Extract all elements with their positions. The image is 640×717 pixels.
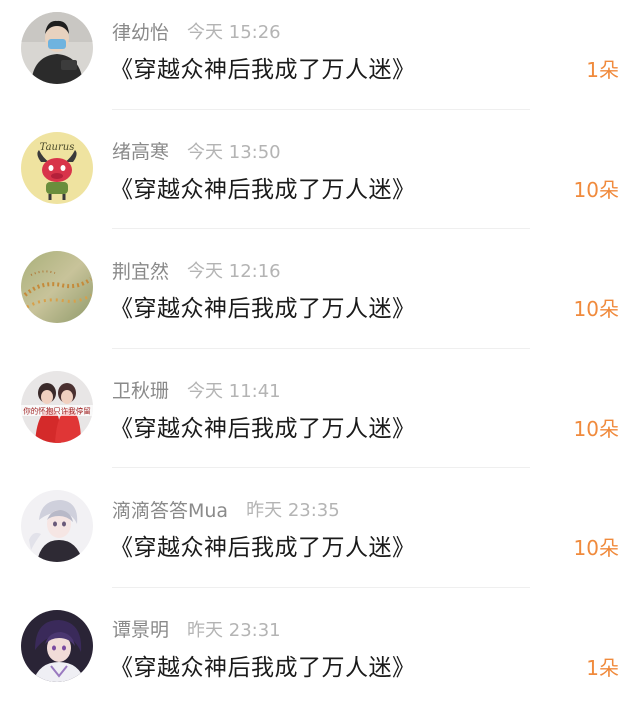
divider [112,109,530,110]
divider [112,228,530,229]
avatar-image [21,610,93,682]
username[interactable]: 滴滴答答Mua [112,496,228,523]
comment-text: 《穿越众神后我成了万人迷》 [110,528,416,562]
timestamp: 今天 11:41 [187,377,281,403]
gift-count: 10朵 [574,413,619,442]
list-item[interactable]: 滴滴答答Mua 昨天 23:35 《穿越众神后我成了万人迷》 10朵 [0,478,640,598]
avatar-image: Taurus [21,132,93,204]
comment-meta: 滴滴答答Mua 昨天 23:35 [112,494,340,524]
comment-meta: 卫秋珊 今天 11:41 [112,375,281,405]
comment-text: 《穿越众神后我成了万人迷》 [110,409,416,443]
avatar[interactable] [21,251,93,323]
timestamp: 今天 12:16 [187,257,281,283]
avatar[interactable] [21,490,93,562]
avatar-image [21,12,93,84]
username[interactable]: 谭景明 [112,615,169,642]
list-item[interactable]: 荆宜然 今天 12:16 《穿越众神后我成了万人迷》 10朵 [0,239,640,359]
avatar[interactable]: Taurus [21,132,93,204]
comment-list: 律幼怡 今天 15:26 《穿越众神后我成了万人迷》 1朵 Taurus [0,0,640,717]
comment-meta: 绪高寒 今天 13:50 [112,136,281,166]
divider [112,348,530,349]
username[interactable]: 卫秋珊 [112,376,169,403]
avatar[interactable] [21,610,93,682]
avatar-image [21,490,93,562]
gift-count: 10朵 [574,532,619,561]
gift-count: 10朵 [574,293,619,322]
avatar-image: 你的怀抱只许我停留 [21,371,93,443]
divider [112,467,530,468]
avatar[interactable]: 你的怀抱只许我停留 [21,371,93,443]
divider [112,587,530,588]
list-item[interactable]: 你的怀抱只许我停留 卫秋珊 今天 11:41 《穿越众神后我成了万人迷》 10朵 [0,359,640,479]
comment-text: 《穿越众神后我成了万人迷》 [110,289,416,323]
gift-count: 1朵 [586,652,619,681]
avatar-image [21,251,93,323]
username[interactable]: 绪高寒 [112,137,169,164]
svg-text:Taurus: Taurus [40,142,75,153]
timestamp: 今天 13:50 [187,138,281,164]
comment-text: 《穿越众神后我成了万人迷》 [110,648,416,682]
timestamp: 昨天 23:31 [187,616,281,642]
username[interactable]: 荆宜然 [112,257,169,284]
comment-text: 《穿越众神后我成了万人迷》 [110,170,416,204]
gift-count: 1朵 [586,54,619,83]
comment-meta: 律幼怡 今天 15:26 [112,16,281,46]
comment-meta: 谭景明 昨天 23:31 [112,614,281,644]
list-item[interactable]: 律幼怡 今天 15:26 《穿越众神后我成了万人迷》 1朵 [0,0,640,120]
list-item[interactable]: 谭景明 昨天 23:31 《穿越众神后我成了万人迷》 1朵 [0,598,640,717]
svg-text:你的怀抱只许我停留: 你的怀抱只许我停留 [23,405,91,415]
list-item[interactable]: Taurus 绪高寒 今天 13:50 《穿越众神后我成了万人迷》 10朵 [0,120,640,240]
comment-text: 《穿越众神后我成了万人迷》 [110,50,416,84]
timestamp: 今天 15:26 [187,18,281,44]
gift-count: 10朵 [574,174,619,203]
username[interactable]: 律幼怡 [112,18,169,45]
timestamp: 昨天 23:35 [246,496,340,522]
comment-meta: 荆宜然 今天 12:16 [112,255,281,285]
avatar[interactable] [21,12,93,84]
